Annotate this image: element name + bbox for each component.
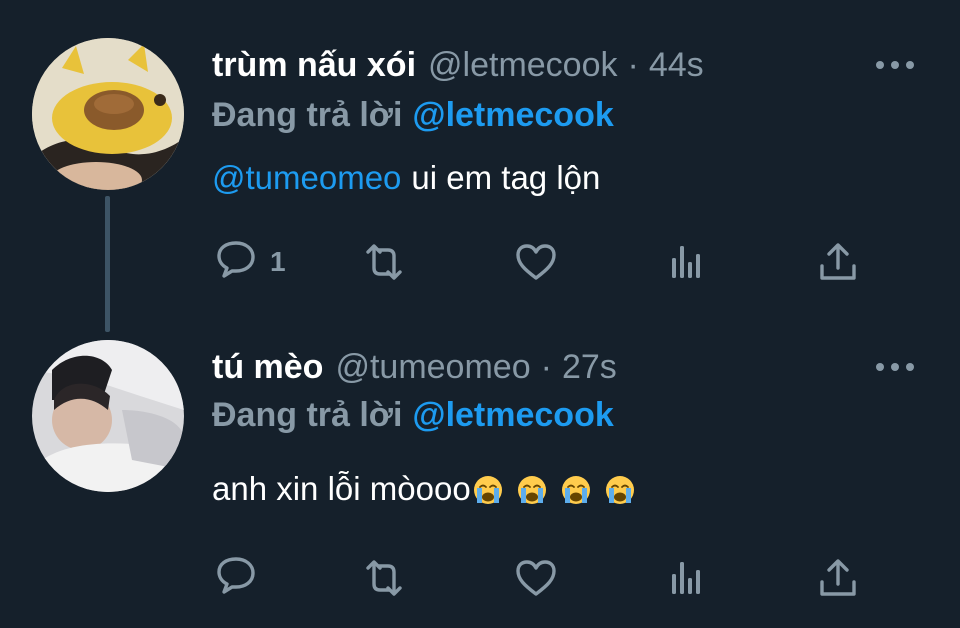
more-button[interactable]: [870, 342, 920, 392]
handle[interactable]: @letmecook: [428, 46, 617, 85]
tweet-header: tú mèo @tumeomeo · 27s: [212, 342, 617, 392]
avatar[interactable]: [32, 340, 184, 492]
share-icon: [820, 559, 856, 596]
retweet-icon: [366, 560, 402, 596]
tweet[interactable]: tú mèo @tumeomeo · 27s Đang trả lời @let…: [0, 330, 960, 628]
tweet-text-content: ui em tag lộn: [411, 159, 601, 196]
handle[interactable]: @tumeomeo: [335, 348, 530, 387]
action-bar: [212, 552, 872, 604]
reply-count: 1: [270, 246, 286, 277]
analytics-icon: [672, 246, 700, 278]
share-icon: [820, 243, 856, 280]
timestamp[interactable]: 44s: [649, 46, 704, 85]
more-icon: [876, 61, 914, 69]
tweet-text: anh xin lỗi mòooo: [212, 466, 637, 512]
display-name[interactable]: tú mèo: [212, 348, 323, 387]
like-button[interactable]: [512, 552, 560, 604]
analytics-button[interactable]: [662, 552, 710, 604]
tweet-text: @tumeomeo ui em tag lộn: [212, 155, 600, 201]
replying-to-link[interactable]: @letmecook: [412, 96, 613, 135]
retweet-icon: [366, 244, 402, 280]
replying-to: Đang trả lời @letmecook: [212, 392, 614, 438]
reply-icon: [217, 557, 255, 594]
separator: ·: [540, 347, 552, 386]
tweet[interactable]: trùm nấu xói @letmecook · 44s Đang trả l…: [0, 0, 960, 332]
like-button[interactable]: [512, 236, 560, 288]
retweet-button[interactable]: [360, 236, 408, 288]
avatar[interactable]: [32, 38, 184, 190]
replying-to-link[interactable]: @letmecook: [412, 396, 613, 435]
more-icon: [876, 363, 914, 371]
tweet-text-content: anh xin lỗi mòooo: [212, 470, 471, 507]
more-button[interactable]: [870, 40, 920, 90]
reply-icon: [217, 241, 255, 278]
heart-icon: [516, 244, 556, 280]
retweet-button[interactable]: [360, 552, 408, 604]
loudly-crying-face-icon: [516, 475, 547, 505]
avatar-image: [32, 38, 184, 190]
loudly-crying-face-icon: [472, 475, 503, 505]
avatar-image: [32, 340, 184, 492]
action-bar: 1: [212, 236, 872, 288]
reply-button[interactable]: [212, 552, 270, 604]
mention-link[interactable]: @tumeomeo: [212, 159, 401, 197]
thread-line: [105, 196, 110, 332]
replying-to-label: Đang trả lời: [212, 395, 403, 434]
share-button[interactable]: [814, 552, 862, 604]
reply-button[interactable]: 1: [212, 236, 286, 288]
analytics-button[interactable]: [662, 236, 710, 288]
tweet-header: trùm nấu xói @letmecook · 44s: [212, 40, 704, 90]
display-name[interactable]: trùm nấu xói: [212, 46, 416, 85]
analytics-icon: [672, 562, 700, 594]
heart-icon: [516, 560, 556, 596]
separator: ·: [627, 45, 639, 84]
loudly-crying-face-icon: [604, 475, 635, 505]
loudly-crying-face-icon: [560, 475, 591, 505]
share-button[interactable]: [814, 236, 862, 288]
emoji-group: [471, 472, 637, 506]
replying-to: Đang trả lời @letmecook: [212, 92, 614, 138]
replying-to-label: Đang trả lời: [212, 95, 403, 134]
timestamp[interactable]: 27s: [562, 348, 617, 387]
